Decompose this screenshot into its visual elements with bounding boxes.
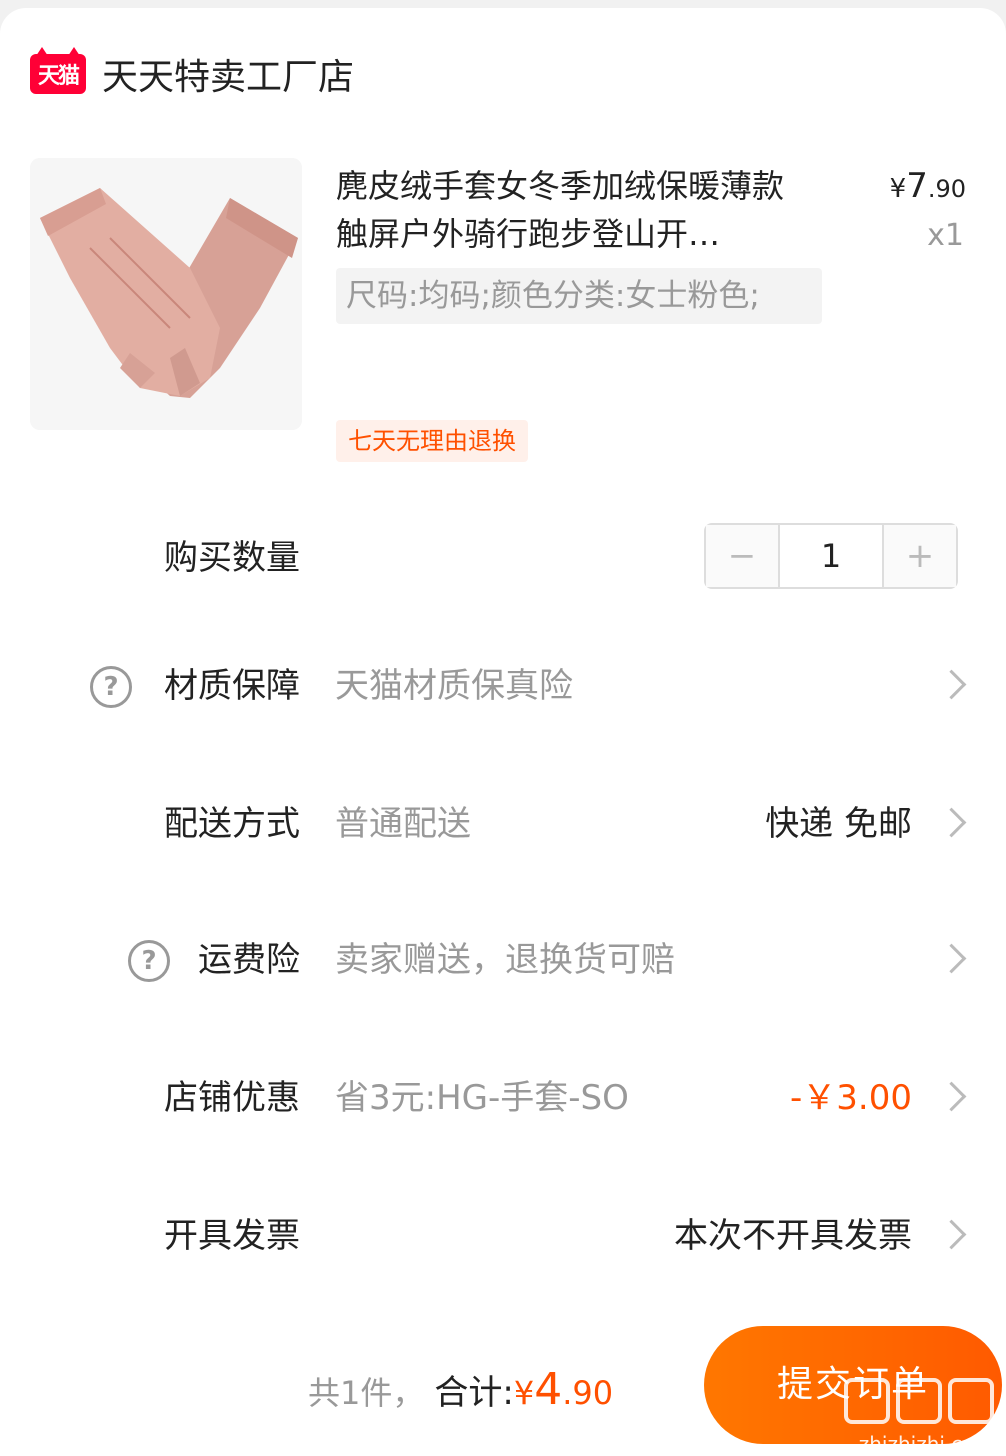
store-discount-value: 省3元:HG-手套-SO xyxy=(335,1078,629,1118)
pink-gloves-image xyxy=(30,158,302,430)
price-currency: ¥ xyxy=(889,174,907,204)
product-title[interactable]: 麂皮绒手套女冬季加绒保暖薄款触屏户外骑行跑步登山开… xyxy=(336,162,814,258)
watermark-logo-icon xyxy=(896,1378,942,1424)
shop-name: 天天特卖工厂店 xyxy=(102,57,355,98)
product-sku[interactable]: 尺码:均码;颜色分类:女士粉色; xyxy=(336,268,822,324)
item-count: 共1件， xyxy=(308,1374,425,1412)
price-decimal: .90 xyxy=(927,175,966,203)
delivery-method-label: 配送方式 xyxy=(164,804,300,844)
store-discount-row[interactable]: 店铺优惠 省3元:HG-手套-SO -￥3.00 xyxy=(0,1058,1006,1138)
chevron-right-icon xyxy=(936,1219,967,1250)
watermark-url: zhizhizhi.com xyxy=(858,1432,994,1456)
product-quantity: x1 xyxy=(927,218,964,253)
chevron-right-icon xyxy=(936,807,967,838)
product-price: ¥7.90 xyxy=(890,166,966,206)
price-integer: 7 xyxy=(906,166,928,206)
return-policy-tag: 七天无理由退换 xyxy=(336,420,528,462)
chevron-right-icon xyxy=(936,943,967,974)
invoice-row[interactable]: 开具发票 本次不开具发票 xyxy=(0,1196,1006,1276)
shipping-insurance-value: 卖家赠送，退换货可赔 xyxy=(335,940,675,980)
invoice-label: 开具发票 xyxy=(164,1216,300,1256)
material-guarantee-value: 天猫材质保真险 xyxy=(335,666,573,706)
watermark: zhizhizhi.com xyxy=(794,1378,994,1456)
help-icon[interactable]: ? xyxy=(128,940,170,982)
watermark-logo-icon xyxy=(844,1378,890,1424)
delivery-method-row[interactable]: 配送方式 普通配送 快递 免邮 xyxy=(0,784,1006,864)
total-integer: 4 xyxy=(534,1364,563,1415)
watermark-logo-icon xyxy=(948,1378,994,1424)
store-discount-label: 店铺优惠 xyxy=(164,1078,300,1118)
material-guarantee-row[interactable]: ? 材质保障 天猫材质保真险 xyxy=(0,646,1006,726)
increase-button[interactable]: + xyxy=(884,525,956,587)
quantity-stepper[interactable]: − 1 + xyxy=(704,523,958,589)
shipping-insurance-label: 运费险 xyxy=(198,940,300,980)
delivery-method-value: 普通配送 xyxy=(335,804,471,844)
chevron-right-icon xyxy=(936,1081,967,1112)
decrease-button[interactable]: − xyxy=(706,525,778,587)
quantity-value[interactable]: 1 xyxy=(778,525,884,587)
shipping-insurance-row[interactable]: ? 运费险 卖家赠送，退换货可赔 xyxy=(0,920,1006,1000)
store-discount-amount: -￥3.00 xyxy=(790,1078,912,1118)
total-label: 合计: xyxy=(434,1373,514,1413)
chevron-right-icon xyxy=(936,669,967,700)
tmall-logo: 天猫 xyxy=(30,47,86,94)
order-summary: 共1件， 合计:¥4.90 xyxy=(308,1360,613,1420)
delivery-fee: 快递 免邮 xyxy=(765,804,912,844)
help-icon[interactable]: ? xyxy=(90,666,132,708)
total-amount: ¥4.90 xyxy=(514,1364,613,1415)
buy-quantity-label: 购买数量 xyxy=(164,538,300,578)
shop-header[interactable]: 天猫 天天特卖工厂店 xyxy=(30,44,354,104)
total-currency: ¥ xyxy=(513,1374,535,1412)
total-decimal: .90 xyxy=(562,1374,614,1412)
invoice-value: 本次不开具发票 xyxy=(674,1216,912,1256)
product-image[interactable] xyxy=(30,158,302,430)
material-guarantee-label: 材质保障 xyxy=(164,666,300,706)
